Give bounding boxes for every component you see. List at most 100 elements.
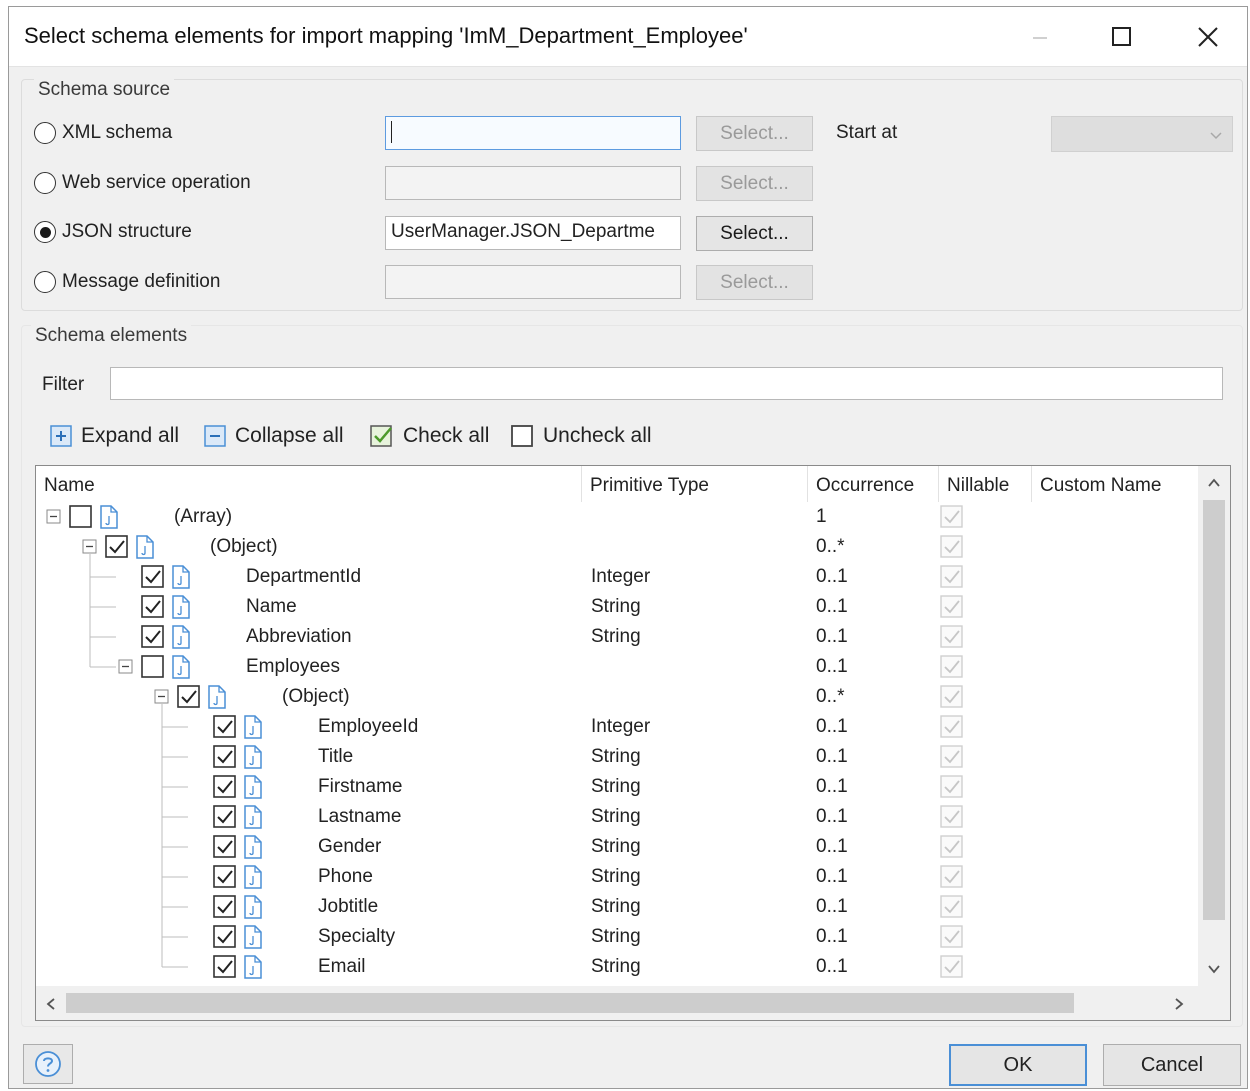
scroll-up-icon[interactable]	[1206, 476, 1222, 490]
horizontal-scroll-thumb[interactable]	[66, 993, 1074, 1013]
table-row[interactable]: Abbreviation String 0..1	[36, 622, 1198, 652]
start-at-dropdown[interactable]	[1051, 116, 1233, 152]
table-row[interactable]: (Array) 1	[36, 502, 1198, 532]
help-button[interactable]	[23, 1044, 73, 1084]
collapse-all-button[interactable]: Collapse all	[203, 421, 344, 451]
table-row[interactable]: Lastname String 0..1	[36, 802, 1198, 832]
table-row[interactable]: Employees 0..1	[36, 652, 1198, 682]
expand-all-button[interactable]: Expand all	[49, 421, 179, 451]
table-row[interactable]: (Object) 0..*	[36, 682, 1198, 712]
maximize-button[interactable]	[1099, 19, 1145, 55]
checkbox-checked[interactable]	[140, 564, 166, 590]
checkbox-checked[interactable]	[212, 744, 238, 770]
minimize-button[interactable]	[1017, 19, 1063, 55]
document-icon	[172, 625, 190, 649]
checkbox-checked[interactable]	[212, 954, 238, 980]
checkbox-checked[interactable]	[212, 774, 238, 800]
cell-occurrence: 0..1	[816, 866, 848, 887]
document-icon	[244, 865, 262, 889]
tree-branch-line	[162, 846, 188, 848]
table-row[interactable]: Firstname String 0..1	[36, 772, 1198, 802]
scroll-down-icon[interactable]	[1206, 962, 1222, 976]
radio-circle	[34, 122, 56, 144]
nillable-checkbox-disabled	[940, 925, 963, 948]
checkbox-checked[interactable]	[212, 834, 238, 860]
radio-json-structure[interactable]: JSON structure	[34, 217, 192, 247]
check-all-icon	[370, 425, 392, 447]
column-header-primitive-type[interactable]: Primitive Type	[582, 466, 807, 502]
vertical-scrollbar[interactable]	[1198, 466, 1230, 986]
table-row[interactable]: Specialty String 0..1	[36, 922, 1198, 952]
collapse-node-icon[interactable]	[154, 689, 170, 705]
table-row[interactable]: Email String 0..1	[36, 952, 1198, 982]
checkbox-checked[interactable]	[140, 594, 166, 620]
checkbox-unchecked[interactable]	[68, 504, 94, 530]
checkbox-unchecked[interactable]	[140, 654, 166, 680]
collapse-node-icon[interactable]	[118, 659, 134, 675]
table-row[interactable]: DepartmentId Integer 0..1	[36, 562, 1198, 592]
uncheck-all-icon	[511, 425, 533, 447]
table-row[interactable]: Title String 0..1	[36, 742, 1198, 772]
expand-all-label: Expand all	[81, 424, 180, 447]
cell-occurrence: 0..1	[816, 926, 848, 947]
uncheck-all-button[interactable]: Uncheck all	[509, 421, 652, 451]
column-header-nillable[interactable]: Nillable	[939, 466, 1031, 502]
horizontal-scrollbar[interactable]	[36, 986, 1198, 1020]
checkbox-checked[interactable]	[212, 714, 238, 740]
help-icon	[35, 1051, 61, 1077]
cell-name: Firstname	[318, 776, 403, 797]
xml-schema-select-button[interactable]: Select...	[696, 116, 813, 151]
filter-input[interactable]	[110, 367, 1223, 400]
web-service-input[interactable]	[385, 166, 681, 200]
vertical-scroll-thumb[interactable]	[1203, 500, 1225, 920]
close-button[interactable]	[1185, 19, 1231, 55]
checkbox-checked[interactable]	[176, 684, 202, 710]
checkbox-checked[interactable]	[212, 894, 238, 920]
message-definition-input[interactable]	[385, 265, 681, 299]
nillable-checkbox-disabled	[940, 895, 963, 918]
json-structure-input[interactable]: UserManager.JSON_Departme	[385, 216, 681, 250]
radio-xml-schema[interactable]: XML schema	[34, 118, 172, 148]
json-structure-select-button[interactable]: Select...	[696, 216, 813, 251]
checkbox-checked[interactable]	[212, 864, 238, 890]
cell-primitive-type: String	[591, 896, 641, 917]
nillable-checkbox-disabled	[940, 685, 963, 708]
radio-web-service-operation[interactable]: Web service operation	[34, 168, 251, 198]
table-row[interactable]: Name String 0..1	[36, 592, 1198, 622]
start-at-label: Start at	[836, 122, 898, 143]
schema-source-title: Schema source	[34, 79, 175, 101]
table-row[interactable]: (Object) 0..*	[36, 532, 1198, 562]
cell-name: Phone	[318, 866, 373, 887]
table-row[interactable]: EmployeeId Integer 0..1	[36, 712, 1198, 742]
schema-tree-table[interactable]: Name Primitive Type Occurrence Nillable …	[35, 465, 1231, 1021]
document-icon	[172, 595, 190, 619]
checkbox-checked[interactable]	[140, 624, 166, 650]
document-icon	[244, 715, 262, 739]
table-row[interactable]: Phone String 0..1	[36, 862, 1198, 892]
scroll-right-icon[interactable]	[1172, 996, 1186, 1012]
message-definition-select-button[interactable]: Select...	[696, 265, 813, 300]
collapse-node-icon[interactable]	[82, 539, 98, 555]
checkbox-checked[interactable]	[212, 804, 238, 830]
column-header-custom-name[interactable]: Custom Name	[1032, 466, 1198, 502]
ok-button[interactable]: OK	[949, 1044, 1087, 1086]
web-service-select-button[interactable]: Select...	[696, 166, 813, 201]
filter-label: Filter	[42, 374, 85, 395]
nillable-checkbox-disabled	[940, 865, 963, 888]
nillable-checkbox-disabled	[940, 955, 963, 978]
collapse-node-icon[interactable]	[46, 509, 62, 525]
nillable-checkbox-disabled	[940, 835, 963, 858]
checkbox-checked[interactable]	[104, 534, 130, 560]
cell-name: (Array)	[174, 506, 233, 527]
table-row[interactable]: Gender String 0..1	[36, 832, 1198, 862]
checkbox-checked[interactable]	[212, 924, 238, 950]
column-header-occurrence[interactable]: Occurrence	[808, 466, 938, 502]
radio-message-definition[interactable]: Message definition	[34, 267, 220, 297]
check-all-button[interactable]: Check all	[369, 421, 489, 451]
schema-source-group: Schema source XML schema Select... Start…	[21, 79, 1243, 311]
cancel-button[interactable]: Cancel	[1103, 1044, 1241, 1086]
xml-schema-input[interactable]	[385, 116, 681, 150]
cell-name: Lastname	[318, 806, 402, 827]
scroll-left-icon[interactable]	[44, 996, 58, 1012]
table-row[interactable]: Jobtitle String 0..1	[36, 892, 1198, 922]
